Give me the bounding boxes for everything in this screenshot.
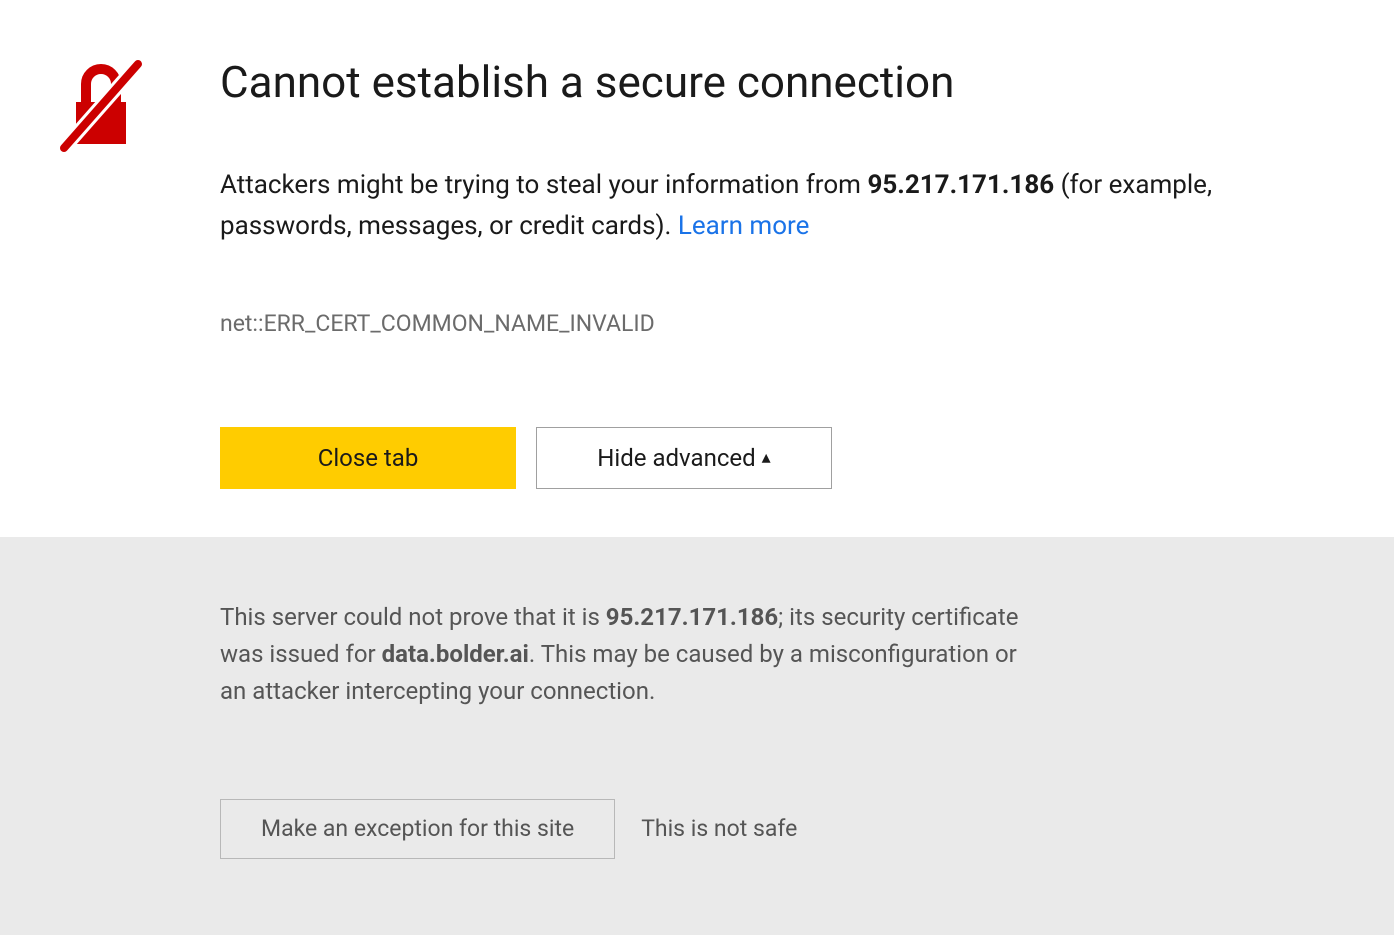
lock-slash-icon [60, 137, 142, 156]
close-tab-button[interactable]: Close tab [220, 427, 516, 489]
error-headline: Cannot establish a secure connection [220, 56, 1280, 109]
make-exception-button[interactable]: Make an exception for this site [220, 799, 615, 859]
error-description: Attackers might be trying to steal your … [220, 165, 1280, 248]
error-code: net::ERR_CERT_COMMON_NAME_INVALID [220, 310, 1280, 337]
learn-more-link[interactable]: Learn more [678, 211, 810, 241]
chevron-up-icon: ▴ [762, 447, 771, 468]
advanced-claimed-host: 95.217.171.186 [606, 603, 778, 631]
unsafe-label: This is not safe [641, 815, 797, 842]
advanced-actions-row: Make an exception for this site This is … [220, 799, 1334, 859]
icon-column [60, 56, 142, 156]
content-column: Cannot establish a secure connection Att… [220, 56, 1280, 489]
advanced-text-prefix: This server could not prove that it is [220, 603, 606, 631]
advanced-explanation: This server could not prove that it is 9… [220, 599, 1020, 711]
warning-top-section: Cannot establish a secure connection Att… [0, 0, 1394, 537]
warning-host: 95.217.171.186 [867, 170, 1054, 200]
warning-prefix: Attackers might be trying to steal your … [220, 170, 867, 200]
advanced-cert-host: data.bolder.ai [382, 640, 529, 668]
hide-advanced-button[interactable]: Hide advanced ▴ [536, 427, 832, 489]
button-row: Close tab Hide advanced ▴ [220, 427, 1280, 489]
advanced-section: This server could not prove that it is 9… [0, 537, 1394, 935]
hide-advanced-label: Hide advanced [597, 444, 755, 472]
